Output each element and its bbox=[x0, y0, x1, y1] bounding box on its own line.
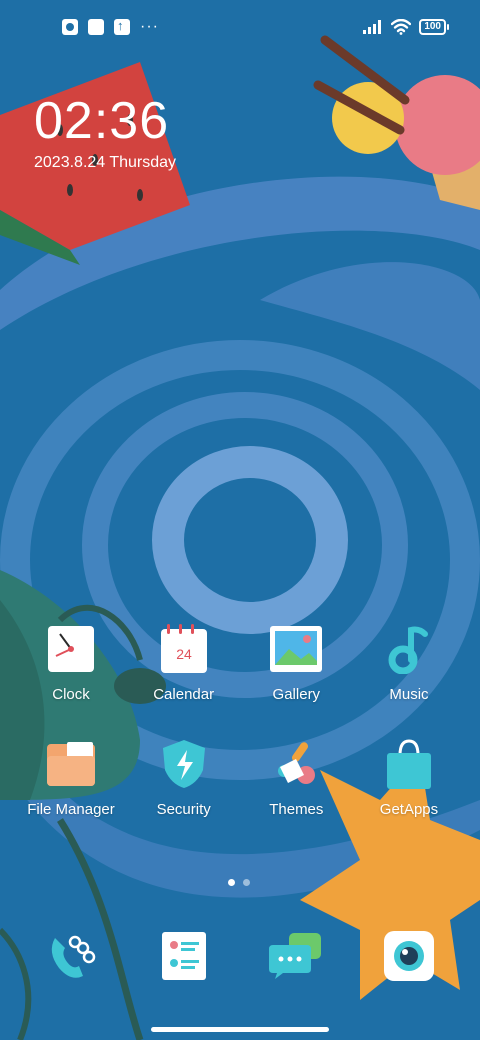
upload-notification-icon bbox=[114, 18, 130, 35]
app-security[interactable]: Security bbox=[128, 735, 240, 818]
widget-time: 02:36 bbox=[34, 92, 170, 150]
clock-widget[interactable]: 02:36 2023.8.24 Thursday bbox=[34, 90, 176, 172]
contacts-icon[interactable] bbox=[128, 926, 240, 986]
calendar-day-text: 24 bbox=[176, 646, 192, 662]
recorder-notification-icon bbox=[62, 19, 78, 35]
music-icon bbox=[381, 620, 437, 678]
wifi-icon bbox=[391, 19, 412, 35]
signal-icon bbox=[363, 20, 382, 34]
shield-icon bbox=[156, 735, 212, 793]
app-gallery[interactable]: Gallery bbox=[240, 620, 352, 703]
notification-icon bbox=[88, 19, 104, 35]
messages-icon[interactable] bbox=[240, 926, 352, 986]
gallery-icon bbox=[268, 620, 324, 678]
status-system: 100 bbox=[363, 19, 449, 35]
status-notifications: ··· bbox=[62, 18, 159, 36]
battery-indicator: 100 bbox=[419, 19, 449, 35]
page-dot-2[interactable] bbox=[243, 879, 250, 886]
widget-date: 2023.8.24 Thursday bbox=[34, 154, 177, 171]
app-label: Calendar bbox=[153, 686, 215, 703]
app-label: Gallery bbox=[272, 686, 321, 703]
clock-icon bbox=[43, 620, 99, 678]
app-themes[interactable]: Themes bbox=[240, 735, 352, 818]
home-indicator[interactable] bbox=[151, 1027, 329, 1032]
app-label: Music bbox=[389, 686, 429, 703]
app-label: Clock bbox=[52, 686, 90, 703]
page-indicator bbox=[228, 879, 250, 886]
app-calendar[interactable]: 24 Calendar bbox=[128, 620, 240, 703]
page-dot-1[interactable] bbox=[228, 879, 235, 886]
camera-icon[interactable] bbox=[353, 926, 465, 986]
app-label: Security bbox=[156, 801, 211, 818]
app-label: File Manager bbox=[27, 801, 115, 818]
app-grid: Clock 24 Calendar Gallery Music File Man… bbox=[15, 620, 465, 850]
status-bar: ··· 100 bbox=[0, 0, 480, 56]
app-file-manager[interactable]: File Manager bbox=[15, 735, 127, 818]
calendar-icon: 24 bbox=[156, 620, 212, 678]
app-music[interactable]: Music bbox=[353, 620, 465, 703]
app-label: Themes bbox=[269, 801, 324, 818]
app-getapps[interactable]: GetApps bbox=[353, 735, 465, 818]
dock bbox=[15, 926, 465, 986]
app-label: GetApps bbox=[379, 801, 439, 818]
shopping-bag-icon bbox=[381, 735, 437, 793]
paintbrush-icon bbox=[268, 735, 324, 793]
app-clock[interactable]: Clock bbox=[15, 620, 127, 703]
phone-icon[interactable] bbox=[15, 926, 127, 986]
folder-icon bbox=[43, 735, 99, 793]
more-notifications-icon: ··· bbox=[140, 18, 159, 35]
